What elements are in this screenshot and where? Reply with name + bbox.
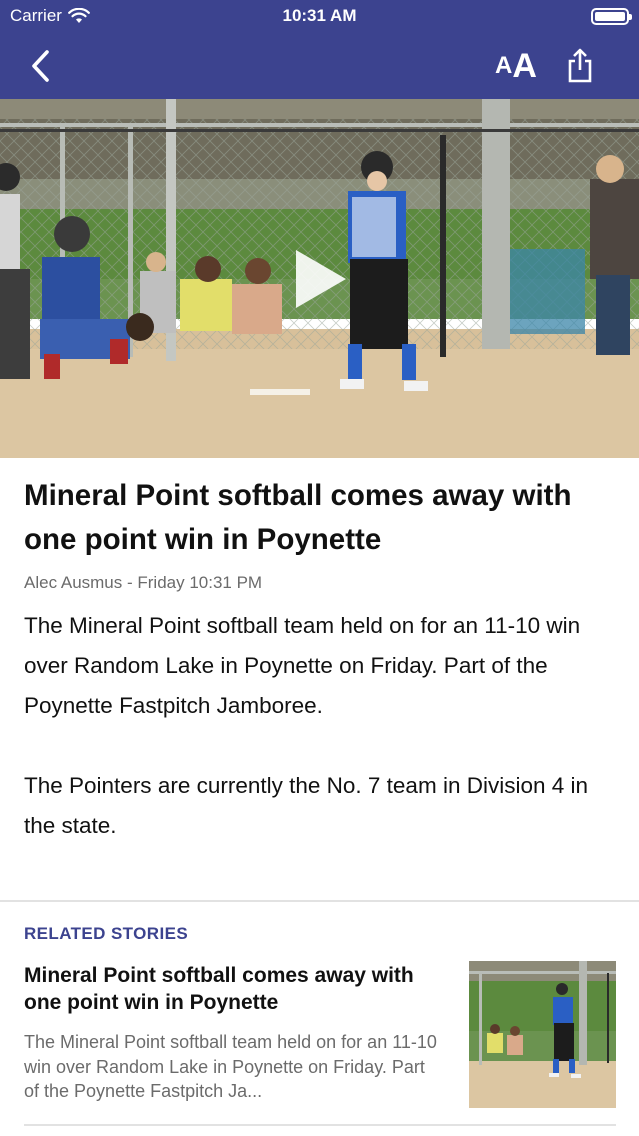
back-button[interactable] bbox=[22, 44, 58, 88]
video-player[interactable] bbox=[0, 99, 639, 458]
share-icon bbox=[568, 48, 592, 83]
article-byline: Alec Ausmus - Friday 10:31 PM bbox=[24, 573, 263, 592]
text-size-small-glyph: A bbox=[495, 52, 513, 79]
related-story-summary: The Mineral Point softball team held on … bbox=[24, 1032, 437, 1101]
related-story-title: Mineral Point softball comes away with o… bbox=[24, 964, 414, 1014]
video-thumbnail bbox=[0, 99, 639, 458]
section-divider bbox=[0, 900, 639, 902]
article-paragraph: The Pointers are currently the No. 7 tea… bbox=[24, 773, 589, 838]
status-time: 10:31 AM bbox=[282, 6, 357, 25]
text-size-button[interactable]: AA bbox=[490, 44, 542, 88]
share-button[interactable] bbox=[562, 44, 598, 88]
status-bar: Carrier 10:31 AM bbox=[0, 0, 639, 34]
text-size-large-glyph: A bbox=[512, 46, 537, 85]
battery-icon bbox=[591, 8, 632, 25]
article-headline: Mineral Point softball comes away with o… bbox=[24, 479, 572, 556]
navigation-bar: Carrier 10:31 AM AA bbox=[0, 0, 639, 99]
article-body: The Mineral Point softball team held on … bbox=[24, 606, 624, 846]
article-paragraph: The Mineral Point softball team held on … bbox=[24, 613, 581, 718]
list-divider bbox=[24, 1124, 616, 1126]
related-story-card[interactable]: Mineral Point softball comes away with o… bbox=[0, 955, 639, 1125]
chevron-left-icon bbox=[32, 50, 49, 82]
related-stories-heading: RELATED STORIES bbox=[24, 924, 189, 943]
related-story-thumbnail bbox=[469, 961, 616, 1108]
